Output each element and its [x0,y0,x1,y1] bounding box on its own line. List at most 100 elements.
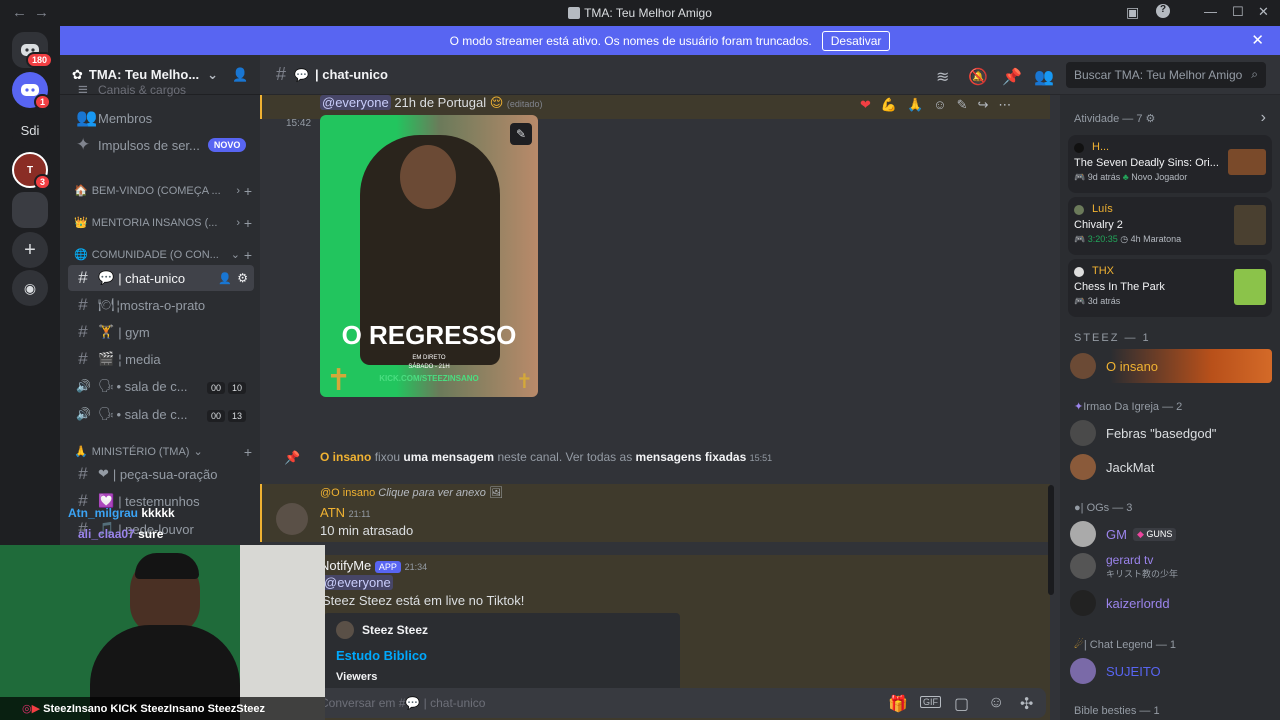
pencil-icon[interactable]: ✎ [510,123,532,145]
clock-icon: ◷ [1120,234,1129,244]
channel-mostra-o-prato[interactable]: # 🍽 ¦mostra-o-prato [68,292,254,318]
user-count: 00 [206,381,225,394]
poster-link: KICK.COM/STEEZINSANO [379,374,479,383]
more-icon[interactable]: ⋯ [998,97,1011,119]
member-list-icon[interactable]: 👥 [1034,67,1054,87]
member-row[interactable]: gerard tv キリスト教の少年 [1070,551,1274,585]
avatar [1074,143,1084,153]
window-title-text: TMA: Teu Melhor Amigo [584,6,712,20]
author-name[interactable]: ATN [320,505,345,520]
dm-button[interactable]: 180 [12,32,54,68]
overlay-user: Atn_milgrau [68,506,139,520]
activity-header[interactable]: Atividade — 7 ⚙ [1074,112,1155,125]
search-input[interactable]: Buscar TMA: Teu Melhor Amigo ⌕ [1066,62,1266,88]
channel-peca-sua-oracao[interactable]: # ❤ | peça-sua-oração [68,461,254,487]
boosts-link[interactable]: ✦ Impulsos de ser... NOVO [68,132,254,158]
members-icon: 👥 [76,108,98,127]
reply-preview[interactable]: @O insano Clique para ver anexo 🖼 [320,486,503,499]
activity-game: Chess In The Park [1074,281,1165,293]
add-channel-icon[interactable]: + [244,183,252,199]
gif-icon[interactable]: GIF [920,696,941,708]
close-window-button[interactable]: ✕ [1258,4,1269,20]
wall [240,545,325,720]
poster-subtitle-2: SÁBADO - 21H [408,364,450,370]
discord-server-icon[interactable]: 1 [12,72,52,110]
voice-channel-1[interactable]: 🔊 🗣 • sala de c... 00 10 [68,373,254,399]
category-ministerio[interactable]: 🙏 MINISTÉRIO (TMA) ⌄ + [74,444,254,460]
threads-icon[interactable]: ≋ [936,67,949,87]
everyone-mention[interactable]: @everyone [320,95,391,110]
channel-chat-unico[interactable]: # 💬 | chat-unico 👤 ⚙ [68,265,254,291]
category-comunidade[interactable]: 🌐 COMUNIDADE (O CON... ⌄ + [74,247,254,263]
role-icon: ● [1074,502,1081,514]
gift-icon[interactable]: 🎁 [888,694,908,714]
inbox-icon[interactable]: ▣ [1126,4,1139,21]
chevron-right-icon[interactable]: › [1261,109,1266,127]
add-server-icon[interactable]: + [12,232,48,268]
edit-icon[interactable]: ✎ [957,97,968,119]
instagram-icon: ◎ [22,703,32,715]
everyone-mention[interactable]: @everyone [322,575,393,590]
cutoff-channel[interactable]: ≡ Canais & cargos [68,83,254,97]
sticker-icon[interactable]: ▢ [954,694,969,714]
embed-author[interactable]: Steez Steez [362,623,428,637]
speaker-icon: 🔊 [76,407,91,421]
activity-meta-1: 9d atrás [1087,172,1121,182]
pin-message-link[interactable]: uma mensagem [403,450,494,464]
heart-reaction-icon[interactable]: ❤ [860,97,871,119]
channel-media[interactable]: # 🎬 ¦ media [68,346,254,372]
member-row[interactable]: SUJEITO [1070,654,1274,688]
forward-icon[interactable]: ↪ [977,97,988,119]
disable-streamer-button[interactable]: Desativar [821,30,891,51]
app-icon [568,7,581,19]
category-mentoria[interactable]: 👑 MENTORIA INSANOS (... › + [74,215,254,231]
activity-card[interactable]: Luís Chivalry 2 🎮 3:20:35 ◷ 4h Maratona [1068,197,1272,255]
server-tma[interactable]: T 3 [12,152,52,190]
server-other[interactable] [12,192,48,228]
apps-icon[interactable]: ✣ [1020,694,1033,714]
hash-icon: # [78,349,88,368]
message-composer[interactable]: Conversar em #💬 | chat-unico 🎁 GIF ▢ ☺ ✣ [276,688,1046,718]
add-member-icon[interactable]: 👤 [232,67,248,83]
discover-icon[interactable]: ◉ [12,270,48,306]
minimize-button[interactable]: — [1204,4,1217,19]
help-icon[interactable]: ? [1156,4,1170,18]
role-header-irmao: ✦Irmao Da Igreja — 2 [1074,400,1182,413]
close-icon[interactable]: ✕ [1251,31,1264,49]
embed-title-link[interactable]: Estudo Biblico [336,648,427,663]
poster-image[interactable]: O REGRESSO EM DIRETO SÁBADO - 21H KICK.C… [320,115,538,397]
voice-channel-2[interactable]: 🔊 🗣 • sala de c... 00 13 [68,401,254,427]
activity-meta-1: 3:20:35 [1087,234,1118,244]
member-row[interactable]: kaizerlordd [1070,586,1274,620]
activity-card[interactable]: H... The Seven Deadly Sins: Ori... 🎮 9d … [1068,135,1272,193]
avatar [1074,205,1084,215]
member-name: kaizerlordd [1106,595,1170,611]
members-link[interactable]: 👥 Membros [68,105,254,131]
pray-reaction-icon[interactable]: 🙏 [907,97,923,119]
mute-bell-icon[interactable]: 🔕 [968,67,988,87]
add-channel-icon[interactable]: + [244,444,252,460]
add-channel-icon[interactable]: + [244,247,252,263]
member-row[interactable]: O insano [1070,349,1272,383]
scrollbar-thumb[interactable] [1048,485,1054,595]
category-bem-vindo[interactable]: 🏠 BEM-VINDO (COMEÇA ... › + [74,183,254,199]
maximize-button[interactable]: ☐ [1232,4,1244,20]
invite-icon[interactable]: 👤 [218,272,232,285]
author-name[interactable]: NotifyMe [320,558,371,573]
pin-icon[interactable]: 📌 [1002,67,1022,87]
server-sdi[interactable]: Sdi [12,112,48,148]
activity-card[interactable]: THX Chess In The Park 🎮 3d atrás [1068,259,1272,317]
pinned-messages-link[interactable]: mensagens fixadas [636,450,747,464]
channel-gym[interactable]: # 🏋 | gym [68,319,254,345]
flex-reaction-icon[interactable]: 💪 [881,97,897,119]
member-row[interactable]: Febras "basedgod" [1070,416,1274,450]
search-icon: ⌕ [1251,67,1258,81]
member-row[interactable]: GM ◆ GUNS [1070,517,1274,551]
member-row[interactable]: JackMat [1070,450,1274,484]
avatar[interactable] [276,503,308,535]
add-reaction-icon[interactable]: ☺ [933,97,946,119]
pin-user[interactable]: O insano [320,450,371,464]
emoji-icon[interactable]: ☺ [988,694,1004,712]
add-channel-icon[interactable]: + [244,215,252,231]
gear-icon[interactable]: ⚙ [237,271,248,285]
